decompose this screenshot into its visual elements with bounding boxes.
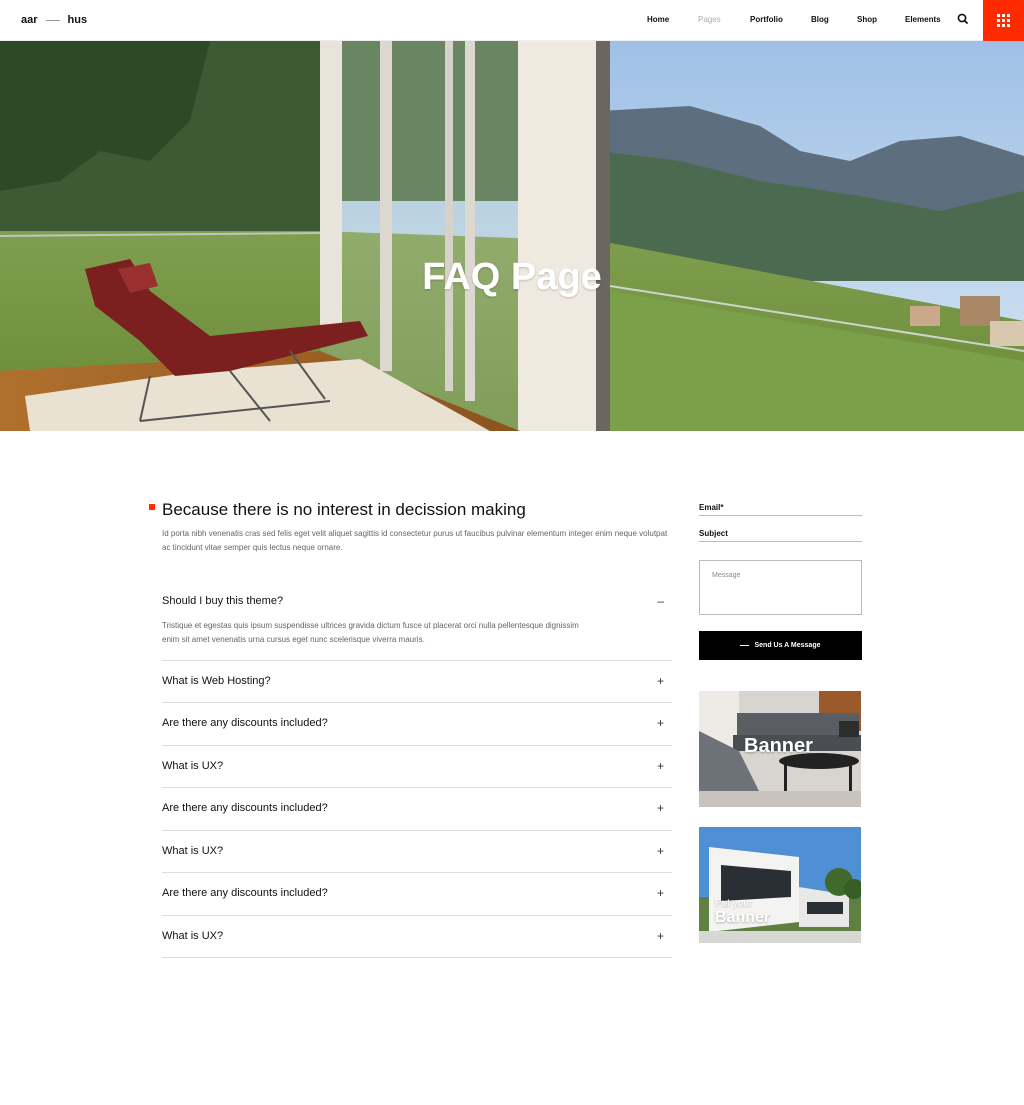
banner-house[interactable]: Put your Banner <box>699 827 861 943</box>
search-icon[interactable] <box>956 12 970 26</box>
nav-shop[interactable]: Shop <box>857 15 877 24</box>
subject-field[interactable] <box>699 541 862 542</box>
faq-item[interactable]: What is UX? + <box>162 831 672 873</box>
logo-left: aar <box>21 14 38 26</box>
faq-answer: Tristique et egestas quis ipsum suspendi… <box>162 621 579 644</box>
email-field[interactable] <box>699 515 862 516</box>
faq-item[interactable]: What is Web Hosting? + <box>162 661 672 703</box>
faq-item[interactable]: Are there any discounts included? + <box>162 873 672 916</box>
site-header: aar hus Home Pages Portfolio Blog Shop E… <box>0 0 1024 41</box>
plus-icon[interactable]: + <box>657 886 664 900</box>
email-field-label: Email* <box>699 503 724 512</box>
banner-label: Banner <box>715 909 771 926</box>
faq-item[interactable]: Are there any discounts included? + <box>162 788 672 831</box>
accent-square <box>149 504 155 510</box>
nav-pages[interactable]: Pages <box>698 15 721 24</box>
faq-item-open: Should I buy this theme? – Tristique et … <box>162 588 672 661</box>
faq-question[interactable]: Are there any discounts included? <box>162 887 328 899</box>
faq-question[interactable]: Are there any discounts included? <box>162 802 328 814</box>
plus-icon[interactable]: + <box>657 716 664 730</box>
message-textarea[interactable]: Message <box>699 560 862 615</box>
minus-icon[interactable]: – <box>657 594 664 608</box>
logo-dash <box>45 19 60 21</box>
message-placeholder: Message <box>712 572 741 579</box>
faq-item[interactable]: Are there any discounts included? + <box>162 703 672 746</box>
faq-question[interactable]: What is UX? <box>162 930 223 942</box>
intro-text: Id porta nibh venenatis cras sed felis e… <box>162 529 668 552</box>
nav-blog[interactable]: Blog <box>811 15 829 24</box>
send-message-button[interactable]: Send Us A Message <box>699 631 862 660</box>
logo[interactable]: aar hus <box>21 14 87 26</box>
hero-title: FAQ Page <box>422 256 602 298</box>
hero-banner: FAQ Page <box>0 41 1024 431</box>
faq-question[interactable]: Should I buy this theme? <box>162 595 283 607</box>
plus-icon[interactable]: + <box>657 844 664 858</box>
faq-question[interactable]: What is UX? <box>162 760 223 772</box>
nav-portfolio[interactable]: Portfolio <box>750 15 783 24</box>
faq-item[interactable]: What is UX? + <box>162 916 672 958</box>
subject-field-label: Subject <box>699 529 728 538</box>
dash-icon <box>740 645 750 646</box>
grid-menu-icon[interactable] <box>983 0 1024 41</box>
logo-right: hus <box>67 14 88 26</box>
send-button-label: Send Us A Message <box>754 642 821 649</box>
hero-image <box>0 41 1024 431</box>
nav-elements[interactable]: Elements <box>905 15 941 24</box>
plus-icon[interactable]: + <box>657 929 664 943</box>
plus-icon[interactable]: + <box>657 674 664 688</box>
faq-question[interactable]: What is Web Hosting? <box>162 675 271 687</box>
faq-question[interactable]: What is UX? <box>162 845 223 857</box>
banner-small-label: Put your <box>715 898 753 909</box>
nav-home[interactable]: Home <box>647 15 669 24</box>
page-title: Because there is no interest in decissio… <box>162 500 526 519</box>
banner-label: Banner <box>744 735 813 757</box>
plus-icon[interactable]: + <box>657 801 664 815</box>
plus-icon[interactable]: + <box>657 759 664 773</box>
faq-item[interactable]: What is UX? + <box>162 746 672 788</box>
faq-question[interactable]: Are there any discounts included? <box>162 717 328 729</box>
banner-living-room[interactable]: Banner <box>699 691 861 807</box>
